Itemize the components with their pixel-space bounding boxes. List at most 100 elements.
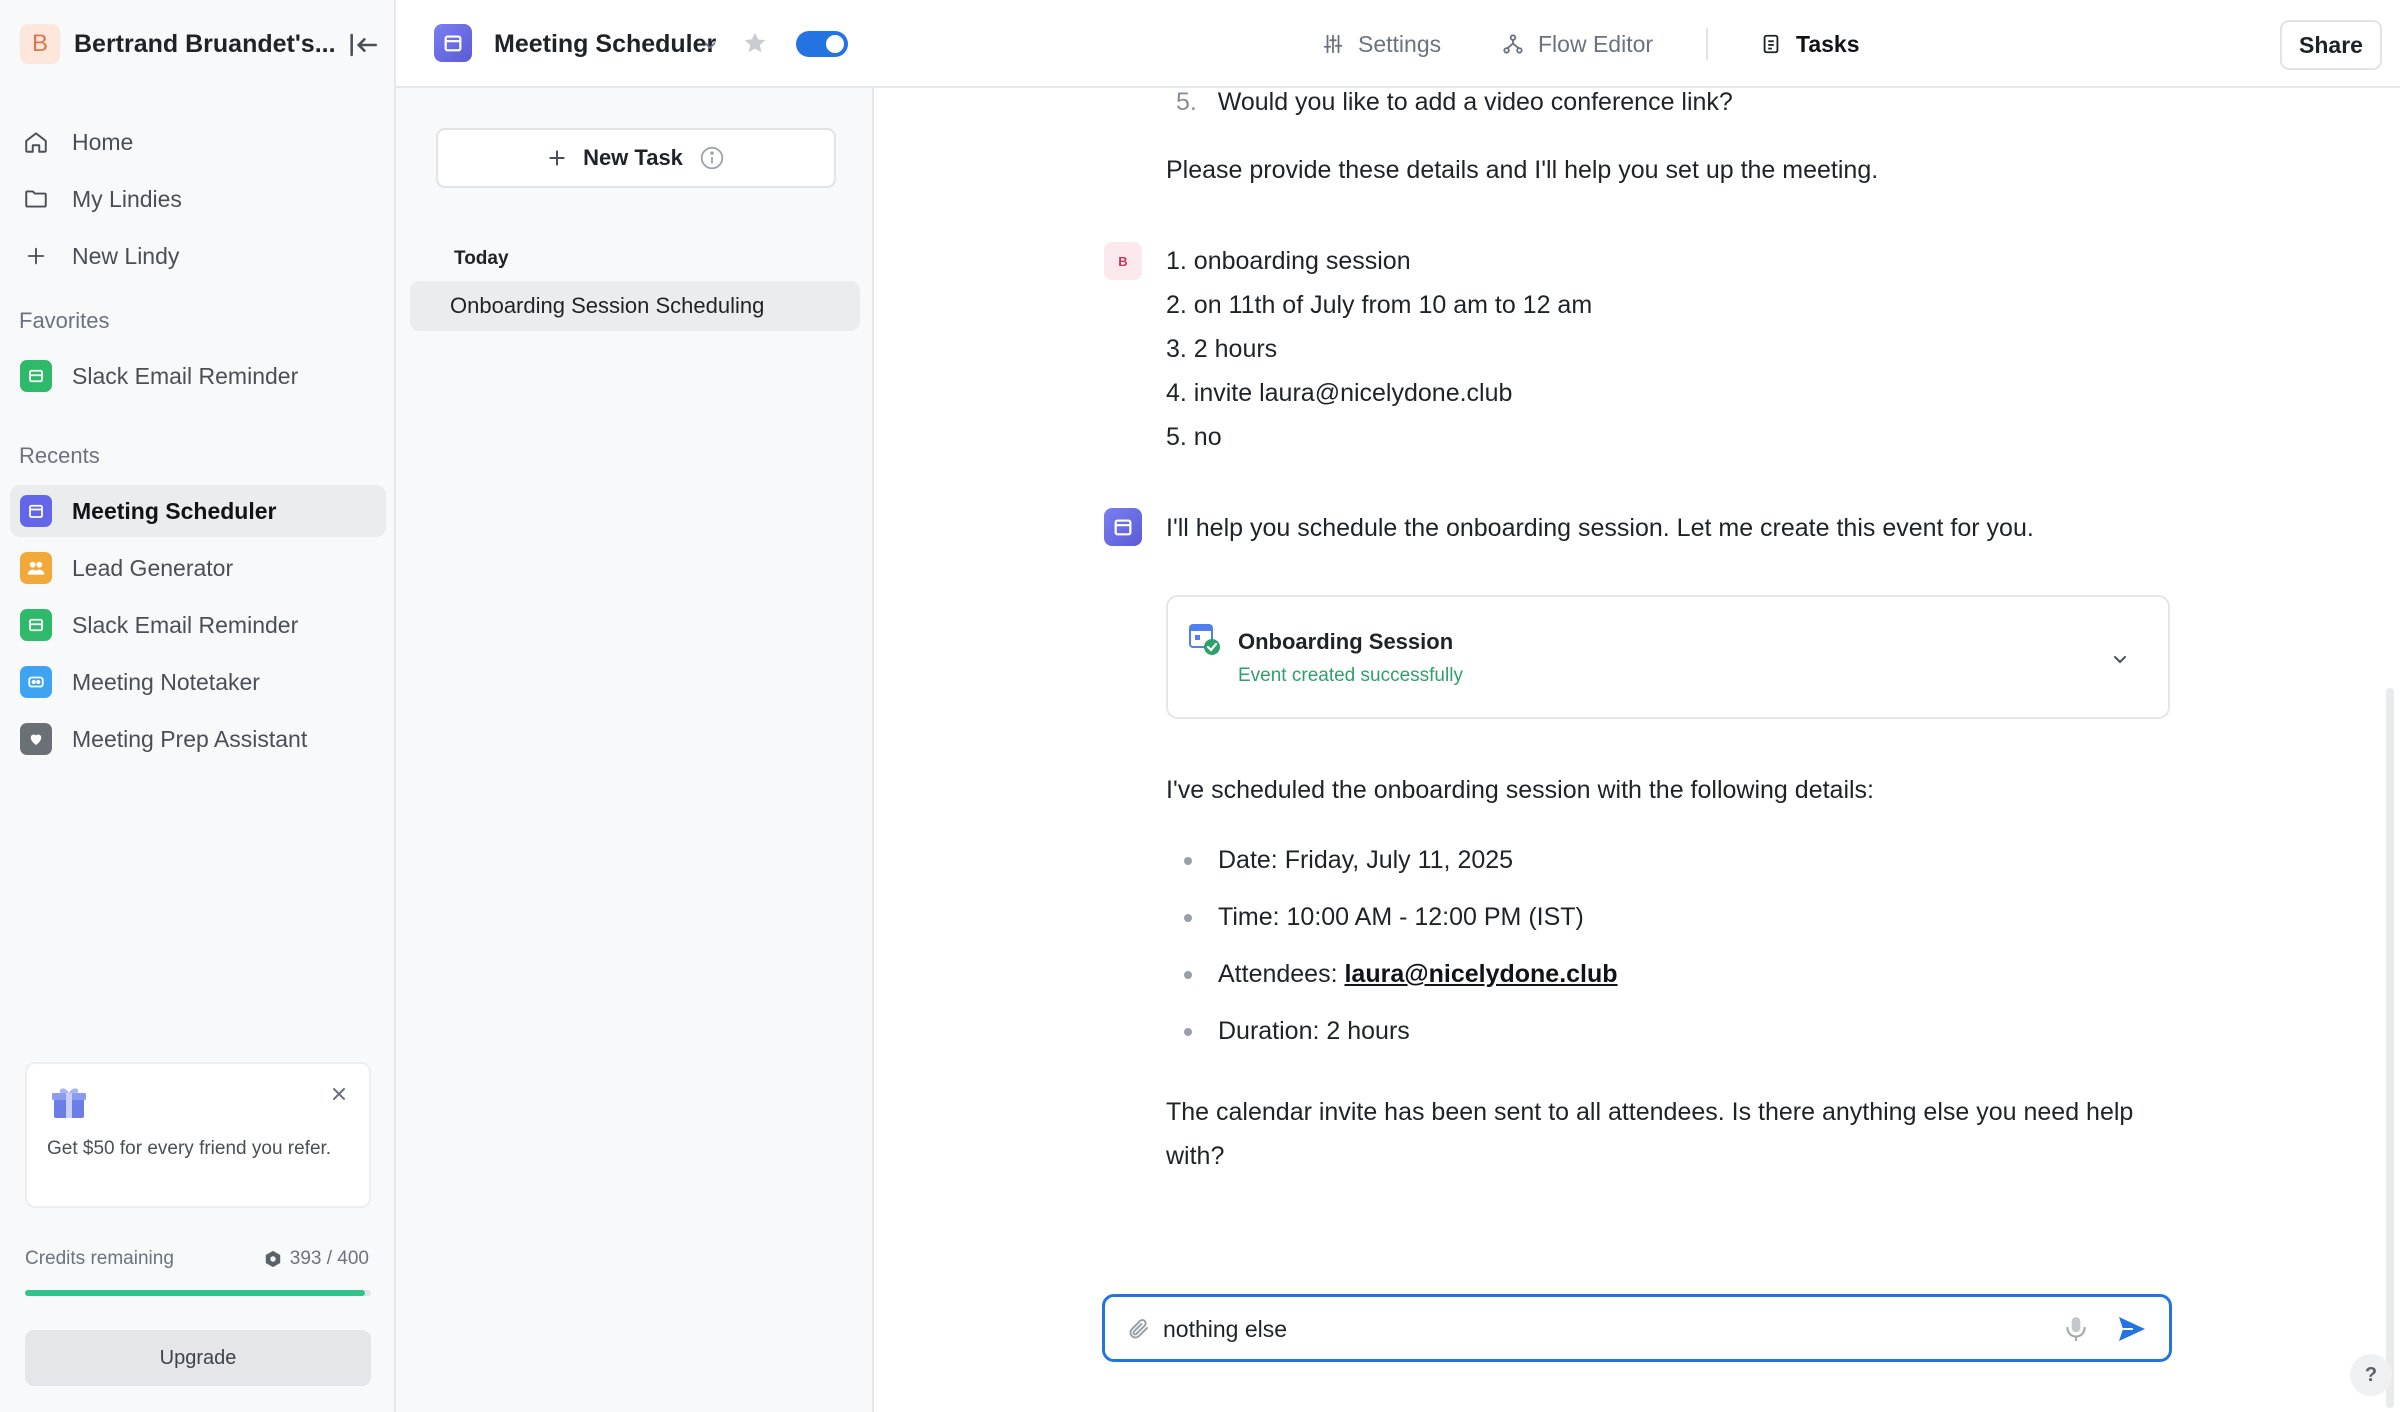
calendar-app-icon	[1114, 519, 1132, 536]
gift-icon	[52, 1088, 86, 1118]
list-item-text: Would you like to add a video conference…	[1217, 88, 1733, 116]
agent-active-toggle[interactable]	[796, 31, 848, 57]
chevron-down-icon[interactable]	[2110, 649, 2130, 669]
tab-tasks-label: Tasks	[1796, 30, 1860, 57]
tab-tasks[interactable]: Tasks	[1760, 26, 1860, 62]
share-button[interactable]: Share	[2280, 20, 2382, 70]
event-title: Onboarding Session	[1238, 629, 1454, 654]
top-bar: Meeting Scheduler Settings Flow Editor T…	[396, 0, 2400, 88]
user-message-line: 4. invite laura@nicelydone.club	[1166, 379, 1513, 407]
tasks-icon	[1763, 34, 1779, 54]
chat-area: 5. Would you like to add a video confere…	[876, 88, 2400, 1412]
attendees-prefix: Attendees:	[1218, 960, 1345, 988]
calendar-app-icon	[20, 495, 52, 527]
tab-settings[interactable]: Settings	[1322, 26, 1441, 62]
credits-progress-fill	[25, 1290, 365, 1296]
mail-app-icon	[20, 360, 52, 392]
mail-app-icon	[20, 609, 52, 641]
credits-label: Credits remaining	[25, 1248, 174, 1269]
upgrade-button[interactable]: Upgrade	[25, 1330, 371, 1386]
nav-new-lindy[interactable]: New Lindy	[10, 230, 386, 282]
user-message: 1. onboarding session 2. on 11th of July…	[1166, 239, 1592, 459]
partial-question-item: 5. Would you like to add a video confere…	[1176, 80, 1733, 124]
favorite-item-slack-email-reminder[interactable]: Slack Email Reminder	[10, 350, 386, 402]
recent-item-slack-email-reminder[interactable]: Slack Email Reminder	[10, 599, 386, 651]
user-message-line: 3. 2 hours	[1166, 335, 1278, 363]
list-item: Attendees: laura@nicelydone.club	[1176, 952, 1618, 1009]
recent-item-label: Meeting Scheduler	[72, 497, 277, 524]
nav-new-lindy-label: New Lindy	[72, 242, 180, 269]
tab-flow-editor[interactable]: Flow Editor	[1502, 26, 1653, 62]
sliders-icon	[1323, 34, 1343, 54]
attendee-email-link[interactable]: laura@nicelydone.club	[1344, 960, 1617, 988]
calendar-app-icon	[434, 24, 472, 62]
recents-list: Meeting Scheduler Lead Generator Slack E…	[10, 485, 386, 770]
tab-settings-label: Settings	[1358, 30, 1442, 57]
new-task-label: New Task	[583, 145, 683, 170]
help-button[interactable]: ?	[2350, 1354, 2392, 1396]
bot-message-text: I've scheduled the onboarding session wi…	[1166, 776, 1874, 804]
collapse-sidebar-icon[interactable]	[346, 28, 380, 62]
new-task-button[interactable]: New Task	[436, 128, 836, 188]
bot-message-text: The calendar invite has been sent to all…	[1166, 1098, 2134, 1170]
credits-progress-bar	[25, 1290, 371, 1296]
people-app-icon	[20, 552, 52, 584]
info-icon[interactable]	[699, 145, 725, 171]
recent-item-label: Lead Generator	[72, 554, 234, 581]
credits-coin-icon	[265, 1250, 280, 1268]
nav-home-label: Home	[72, 128, 134, 155]
user-message-line: 2. on 11th of July from 10 am to 12 am	[1166, 291, 1593, 319]
list-item: Duration: 2 hours	[1176, 1009, 1618, 1066]
heart-app-icon	[20, 723, 52, 755]
event-details-list: Date: Friday, July 11, 2025 Time: 10:00 …	[1176, 838, 1618, 1066]
google-calendar-check-icon	[1189, 624, 1220, 655]
task-group-today: Today	[454, 248, 509, 269]
message-composer	[1102, 1294, 2172, 1362]
user-message-line: 5. no	[1166, 423, 1222, 451]
favorite-item-label: Slack Email Reminder	[72, 362, 299, 389]
recent-item-meeting-scheduler[interactable]: Meeting Scheduler	[10, 485, 386, 537]
flow-icon	[1503, 34, 1523, 54]
notetaker-app-icon	[20, 666, 52, 698]
star-icon[interactable]	[742, 30, 768, 56]
workspace-name: Bertrand Bruandet's...	[74, 29, 336, 58]
recent-item-label: Slack Email Reminder	[72, 611, 299, 638]
task-item[interactable]: Onboarding Session Scheduling	[410, 281, 860, 331]
plus-icon	[549, 150, 565, 166]
workspace-header[interactable]: B Bertrand Bruandet's...	[20, 24, 380, 64]
chat-scrollbar[interactable]	[2386, 688, 2394, 1408]
favorites-heading: Favorites	[19, 308, 110, 333]
main-nav: Home My Lindies New Lindy	[10, 116, 386, 287]
credits-value-text: 393 / 400	[289, 1248, 369, 1269]
recent-item-meeting-notetaker[interactable]: Meeting Notetaker	[10, 656, 386, 708]
nav-my-lindies-label: My Lindies	[72, 185, 182, 212]
nav-home[interactable]: Home	[10, 116, 386, 168]
bot-message-text: Please provide these details and I'll he…	[1166, 156, 1879, 184]
referral-card[interactable]: Get $50 for every friend you refer.	[25, 1062, 371, 1208]
message-input[interactable]	[1163, 1309, 2023, 1349]
recent-item-meeting-prep-assistant[interactable]: Meeting Prep Assistant	[10, 713, 386, 765]
list-item: Time: 10:00 AM - 12:00 PM (IST)	[1176, 895, 1618, 952]
recent-item-lead-generator[interactable]: Lead Generator	[10, 542, 386, 594]
tab-divider	[1706, 28, 1708, 60]
agent-name[interactable]: Meeting Scheduler	[494, 30, 716, 59]
favorites-list: Slack Email Reminder	[10, 350, 386, 407]
workspace-avatar: B	[20, 24, 60, 64]
recent-item-label: Meeting Prep Assistant	[72, 725, 308, 752]
send-icon[interactable]	[2117, 1315, 2147, 1343]
paperclip-icon[interactable]	[1127, 1317, 1151, 1341]
user-message-line: 1. onboarding session	[1166, 247, 1411, 275]
microphone-icon[interactable]	[2063, 1315, 2089, 1343]
user-avatar: B	[1104, 242, 1142, 280]
event-created-card[interactable]: Onboarding Session Event created success…	[1166, 595, 2170, 719]
toggle-knob	[826, 35, 844, 53]
chevron-down-icon[interactable]	[701, 36, 719, 54]
nav-my-lindies[interactable]: My Lindies	[10, 173, 386, 225]
home-icon	[20, 126, 52, 158]
credits-value: 393 / 400	[264, 1248, 369, 1270]
list-item: Date: Friday, July 11, 2025	[1176, 838, 1618, 895]
bot-message-text: I'll help you schedule the onboarding se…	[1166, 514, 2034, 542]
plus-icon	[20, 240, 52, 272]
recent-item-label: Meeting Notetaker	[72, 668, 260, 695]
close-icon[interactable]	[329, 1084, 349, 1104]
